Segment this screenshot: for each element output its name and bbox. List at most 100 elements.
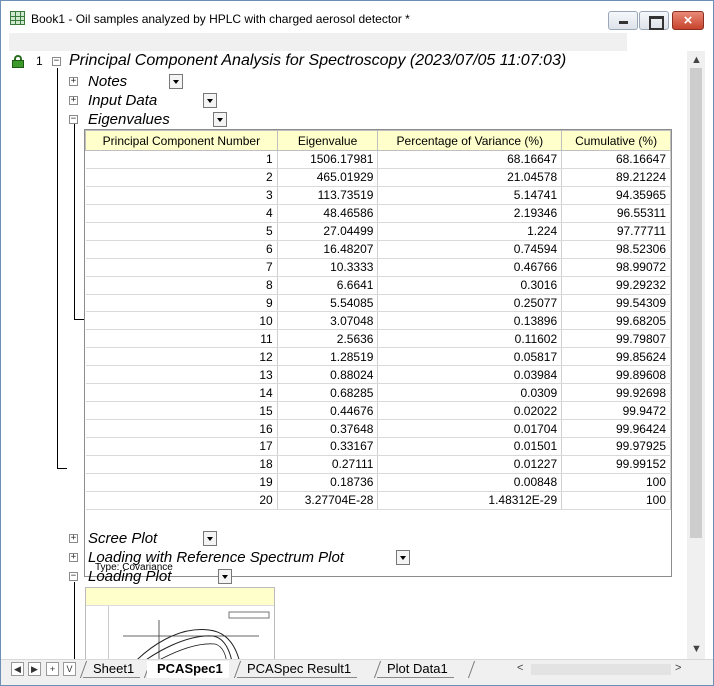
percentage-cell[interactable]: 0.13896 — [377, 311, 563, 331]
pc-number-cell[interactable]: 10 — [85, 311, 278, 331]
pc-number-cell[interactable]: 16 — [85, 419, 278, 438]
pc-number-cell[interactable]: 4 — [85, 204, 278, 223]
horizontal-scrollbar[interactable]: < > — [515, 662, 691, 677]
eigenvalue-cell[interactable]: 113.73519 — [277, 186, 379, 205]
scree-plot-expand-toggle[interactable]: + — [69, 534, 78, 543]
tab-pcaspec1[interactable]: PCASpec1 — [147, 661, 229, 678]
cumulative-cell[interactable]: 68.16647 — [561, 150, 671, 169]
loading-plot-thumbnail[interactable] — [85, 587, 275, 659]
pc-number-cell[interactable]: 7 — [85, 258, 278, 277]
lock-icon[interactable] — [12, 55, 24, 68]
sheet-list-button[interactable]: V — [63, 662, 76, 676]
cumulative-cell[interactable]: 99.96424 — [561, 419, 671, 438]
percentage-cell[interactable]: 0.01704 — [377, 419, 563, 438]
pc-number-cell[interactable]: 20 — [85, 491, 278, 510]
percentage-cell[interactable]: 0.0309 — [377, 383, 563, 403]
pc-number-cell[interactable]: 11 — [85, 329, 278, 349]
eigenvalue-cell[interactable]: 0.44676 — [277, 401, 379, 421]
pc-number-cell[interactable]: 13 — [85, 365, 278, 385]
percentage-cell[interactable]: 0.74594 — [377, 240, 563, 259]
percentage-cell[interactable]: 0.25077 — [377, 294, 563, 313]
cumulative-cell[interactable]: 89.21224 — [561, 168, 671, 187]
vertical-scroll-thumb[interactable] — [690, 68, 702, 538]
pc-number-cell[interactable]: 3 — [85, 186, 278, 205]
pc-number-cell[interactable]: 12 — [85, 347, 278, 367]
percentage-cell[interactable]: 0.00848 — [377, 473, 563, 492]
loading-plot-collapse-toggle[interactable]: − — [69, 572, 78, 581]
eigenvalue-cell[interactable]: 0.33167 — [277, 437, 379, 456]
eigenvalue-cell[interactable]: 1.28519 — [277, 347, 379, 367]
pc-number-cell[interactable]: 2 — [85, 168, 278, 187]
cumulative-cell[interactable]: 99.68205 — [561, 311, 671, 331]
eigenvalue-cell[interactable]: 0.68285 — [277, 383, 379, 403]
percentage-cell[interactable]: 1.224 — [377, 222, 563, 241]
percentage-cell[interactable]: 21.04578 — [377, 168, 563, 187]
cumulative-cell[interactable]: 99.29232 — [561, 276, 671, 295]
scroll-down-icon[interactable]: ▼ — [691, 643, 702, 655]
pc-number-cell[interactable]: 19 — [85, 473, 278, 492]
scroll-up-icon[interactable]: ▲ — [691, 54, 702, 66]
eigenvalue-cell[interactable]: 16.48207 — [277, 240, 379, 259]
eigenvalue-cell[interactable]: 48.46586 — [277, 204, 379, 223]
loading-ref-dropdown-button[interactable] — [396, 550, 410, 565]
pc-number-cell[interactable]: 8 — [85, 276, 278, 295]
horizontal-scroll-track[interactable] — [531, 664, 671, 675]
pc-number-cell[interactable]: 5 — [85, 222, 278, 241]
cumulative-cell[interactable]: 100 — [561, 491, 671, 510]
eigenvalue-cell[interactable]: 2.5636 — [277, 329, 379, 349]
eigenvalue-cell[interactable]: 1506.17981 — [277, 150, 379, 169]
first-sheet-button[interactable]: ◀ — [11, 662, 24, 676]
tab-sheet1[interactable]: Sheet1 — [83, 661, 141, 678]
pc-number-cell[interactable]: 17 — [85, 437, 278, 456]
cumulative-cell[interactable]: 98.99072 — [561, 258, 671, 277]
eigenvalues-collapse-toggle[interactable]: − — [69, 115, 78, 124]
eigenvalue-cell[interactable]: 0.18736 — [277, 473, 379, 492]
pc-number-cell[interactable]: 14 — [85, 383, 278, 403]
eigenvalue-cell[interactable]: 0.37648 — [277, 419, 379, 438]
column-header-eigenvalue[interactable]: Eigenvalue — [276, 130, 379, 151]
eigenvalue-cell[interactable]: 3.27704E-28 — [277, 491, 379, 510]
cumulative-cell[interactable]: 99.97925 — [561, 437, 671, 456]
cumulative-cell[interactable]: 98.52306 — [561, 240, 671, 259]
pc-number-cell[interactable]: 18 — [85, 455, 278, 474]
next-sheet-button[interactable]: ▶ — [28, 662, 41, 676]
scree-plot-dropdown-button[interactable] — [203, 531, 217, 546]
percentage-cell[interactable]: 0.02022 — [377, 401, 563, 421]
input-data-dropdown-button[interactable] — [203, 93, 217, 108]
percentage-cell[interactable]: 1.48312E-29 — [377, 491, 563, 510]
eigenvalue-cell[interactable]: 27.04499 — [277, 222, 379, 241]
percentage-cell[interactable]: 68.16647 — [377, 150, 563, 169]
minimize-button[interactable] — [608, 11, 638, 30]
column-header-cumulative[interactable]: Cumulative (%) — [561, 130, 671, 151]
eigenvalue-cell[interactable]: 0.27111 — [277, 455, 379, 474]
close-button[interactable]: × — [672, 11, 704, 30]
eigenvalue-cell[interactable]: 5.54085 — [277, 294, 379, 313]
cumulative-cell[interactable]: 99.54309 — [561, 294, 671, 313]
eigenvalue-cell[interactable]: 465.01929 — [277, 168, 379, 187]
maximize-button[interactable] — [639, 11, 669, 30]
tab-pcaspec-result1[interactable]: PCASpec Result1 — [237, 661, 358, 678]
report-collapse-toggle[interactable]: − — [52, 57, 61, 66]
scroll-left-icon[interactable]: < — [517, 662, 523, 674]
eigenvalue-cell[interactable]: 10.3333 — [277, 258, 379, 277]
pc-number-cell[interactable]: 6 — [85, 240, 278, 259]
column-header-pc-number[interactable]: Principal Component Number — [85, 130, 278, 151]
scroll-right-icon[interactable]: > — [675, 662, 681, 674]
cumulative-cell[interactable]: 99.9472 — [561, 401, 671, 421]
percentage-cell[interactable]: 0.11602 — [377, 329, 563, 349]
eigenvalue-cell[interactable]: 3.07048 — [277, 311, 379, 331]
pc-number-cell[interactable]: 15 — [85, 401, 278, 421]
cumulative-cell[interactable]: 99.99152 — [561, 455, 671, 474]
loading-ref-expand-toggle[interactable]: + — [69, 553, 78, 562]
eigenvalues-dropdown-button[interactable] — [213, 112, 227, 127]
percentage-cell[interactable]: 0.01501 — [377, 437, 563, 456]
tab-plot-data1[interactable]: Plot Data1 — [377, 661, 454, 678]
eigenvalue-cell[interactable]: 6.6641 — [277, 276, 379, 295]
pc-number-cell[interactable]: 9 — [85, 294, 278, 313]
cumulative-cell[interactable]: 94.35965 — [561, 186, 671, 205]
cumulative-cell[interactable]: 99.92698 — [561, 383, 671, 403]
percentage-cell[interactable]: 0.46766 — [377, 258, 563, 277]
percentage-cell[interactable]: 0.03984 — [377, 365, 563, 385]
cumulative-cell[interactable]: 99.79807 — [561, 329, 671, 349]
percentage-cell[interactable]: 0.05817 — [377, 347, 563, 367]
